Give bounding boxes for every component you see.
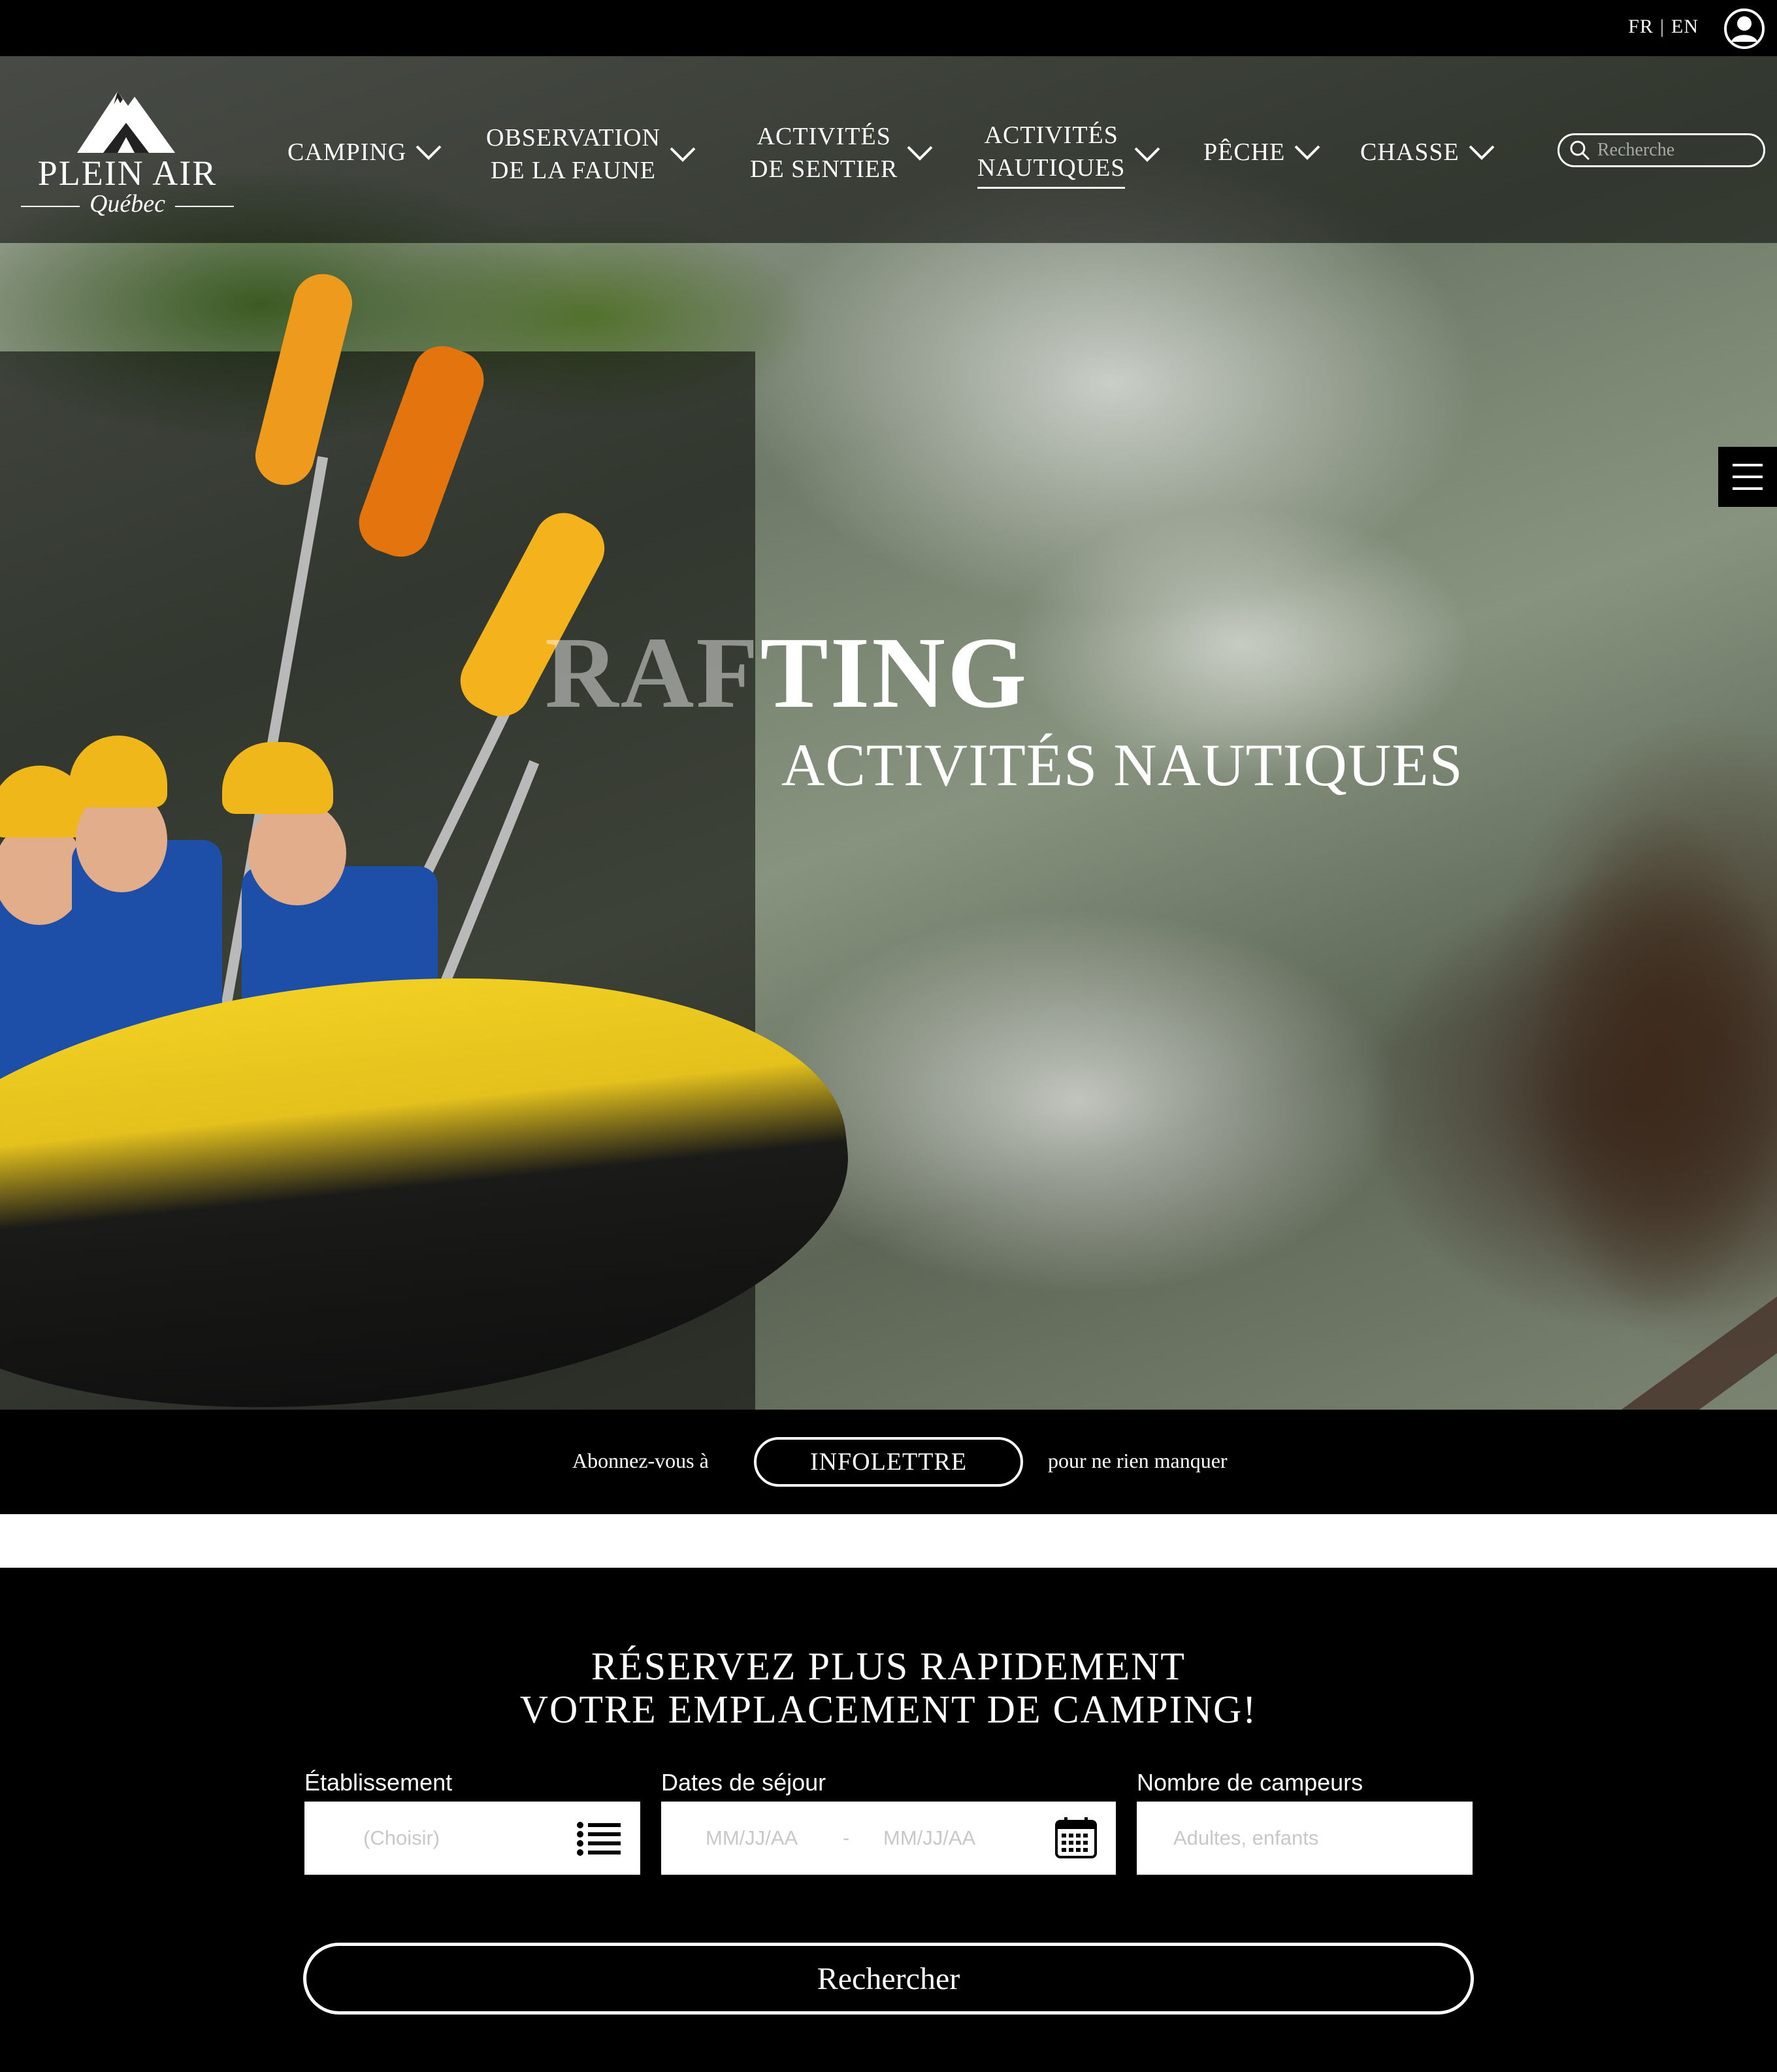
nav-item-label: OBSERVATION DE LA FAUNE — [486, 124, 660, 184]
nav-item-camping[interactable]: CAMPING — [287, 136, 442, 169]
chevron-down-icon — [670, 147, 696, 162]
language-switcher: FR | EN — [1628, 16, 1699, 38]
menu-bar — [1733, 487, 1763, 490]
nav-item-activites-sentier[interactable]: ACTIVITÉS DE SENTIER — [750, 120, 933, 186]
campers-placeholder: Adultes, enfants — [1173, 1826, 1319, 1849]
date-from-input[interactable]: MM/JJ/AA — [706, 1826, 798, 1850]
nav-item-label: ACTIVITÉS NAUTIQUES — [977, 119, 1126, 189]
dates-field[interactable]: MM/JJ/AA - MM/JJ/AA — [661, 1802, 1116, 1875]
date-to-input[interactable]: MM/JJ/AA — [883, 1826, 975, 1850]
newsletter-post-text: pour ne rien manquer — [1048, 1449, 1228, 1472]
lang-en-link[interactable]: EN — [1671, 16, 1699, 38]
site-logo[interactable]: PLEIN AIR Québec — [20, 82, 235, 226]
hero-subheadline: ACTIVITÉS NAUTIQUES — [781, 732, 1463, 798]
nav-item-label: CHASSE — [1360, 138, 1459, 166]
hero-headline-dim: RAF — [545, 616, 760, 729]
list-icon — [577, 1822, 621, 1856]
nav-item-chasse[interactable]: CHASSE — [1360, 136, 1495, 169]
nav-item-peche[interactable]: PÊCHE — [1203, 136, 1320, 169]
newsletter-strip: Abonnez-vous à INFOLETTRE pour ne rien m… — [0, 1410, 1777, 1514]
menu-bar — [1733, 464, 1763, 466]
mountain-tent-icon — [77, 91, 175, 153]
campers-field[interactable]: Adultes, enfants — [1137, 1802, 1473, 1875]
logo-subtitle: Québec — [89, 190, 166, 218]
chevron-down-icon — [1135, 147, 1160, 162]
establishment-placeholder: (Choisir) — [363, 1826, 440, 1849]
search-icon — [1570, 140, 1590, 161]
nav-item-label: CAMPING — [287, 138, 407, 166]
section-divider — [0, 1514, 1777, 1568]
nav-item-label: ACTIVITÉS DE SENTIER — [750, 123, 898, 183]
top-utility-bar: FR | EN — [0, 0, 1777, 56]
logo-title: PLEIN AIR — [37, 154, 218, 193]
hero-headline-bright: TING — [760, 616, 1029, 729]
hero-headline: RAFTING — [545, 621, 1028, 725]
nav-item-label: PÊCHE — [1203, 138, 1286, 166]
newsletter-button[interactable]: INFOLETTRE — [754, 1437, 1023, 1487]
booking-section: RÉSERVEZ PLUS RAPIDEMENT VOTRE EMPLACEMEN… — [0, 1568, 1777, 2072]
nav-item-activites-nautiques[interactable]: ACTIVITÉS NAUTIQUES — [977, 119, 1160, 189]
hamburger-menu-icon[interactable] — [1718, 447, 1777, 507]
chevron-down-icon — [907, 146, 933, 161]
calendar-icon[interactable] — [1054, 1816, 1098, 1859]
lang-fr-link[interactable]: FR — [1628, 16, 1654, 38]
chevron-down-icon — [1469, 145, 1495, 160]
establishment-label: Établissement — [304, 1769, 453, 1796]
site-header: PLEIN AIR Québec CAMPING OBSERVATION DE L… — [0, 56, 1777, 243]
campers-label: Nombre de campeurs — [1137, 1769, 1363, 1796]
rechercher-button[interactable]: Rechercher — [303, 1943, 1474, 2015]
newsletter-pre-text: Abonnez-vous à — [572, 1449, 709, 1472]
search-box[interactable] — [1557, 133, 1765, 167]
rock-decoration — [1450, 709, 1777, 1410]
chevron-down-icon — [416, 145, 442, 160]
menu-bar — [1733, 476, 1763, 478]
logo-rule-right — [175, 206, 234, 207]
establishment-select[interactable]: (Choisir) — [304, 1802, 640, 1875]
booking-heading: RÉSERVEZ PLUS RAPIDEMENT VOTRE EMPLACEMEN… — [519, 1645, 1258, 1731]
chevron-down-icon — [1294, 145, 1320, 160]
search-input[interactable] — [1597, 140, 1754, 161]
user-account-icon[interactable] — [1723, 8, 1765, 50]
rafter-face — [248, 801, 346, 905]
nav-item-observation-faune[interactable]: OBSERVATION DE LA FAUNE — [486, 121, 696, 187]
lang-separator: | — [1659, 16, 1665, 37]
dates-label: Dates de séjour — [661, 1769, 826, 1796]
date-separator: - — [843, 1826, 850, 1849]
